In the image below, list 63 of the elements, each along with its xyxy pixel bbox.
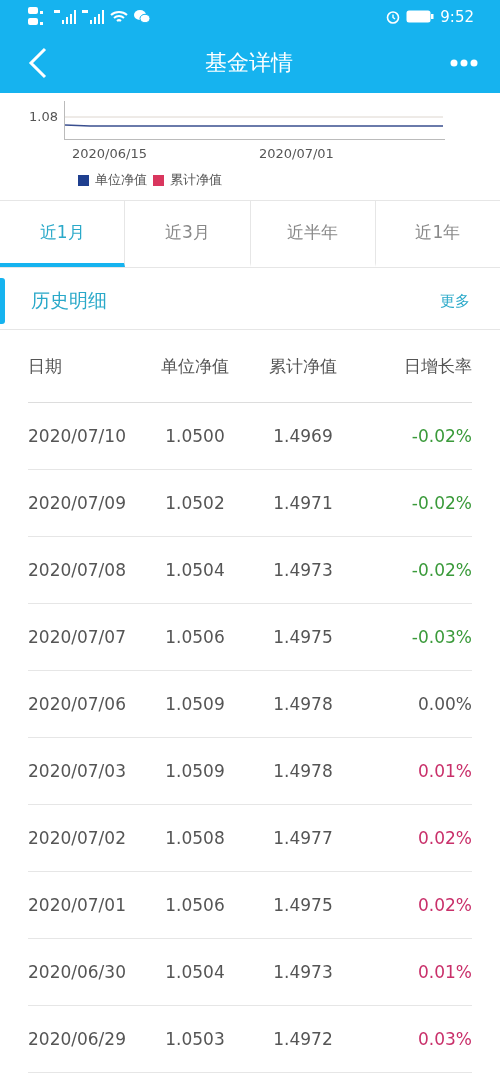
table-cell-text: -0.03% <box>410 627 472 647</box>
axis-tick-label: 2020/07/01 <box>258 146 334 161</box>
table-cell-text: 1.0508 <box>164 828 226 848</box>
status-time: 9:52 <box>440 7 474 26</box>
table-cell-text: 0.02% <box>417 828 472 848</box>
table-cell-text: 1.0504 <box>164 962 226 982</box>
table-cell-text: 2020/07/06 <box>28 694 127 714</box>
table-cell-text: 2020/07/02 <box>28 828 127 848</box>
signal-icon <box>54 9 76 24</box>
table-cell-text: 2020/07/01 <box>28 895 127 915</box>
battery-icon <box>406 10 435 23</box>
section-title: 历史明细 <box>31 288 108 313</box>
table-cell-text: 1.4977 <box>272 828 334 848</box>
table-cell-text: 2020/06/29 <box>28 1029 127 1049</box>
table-cell-text: 1.4973 <box>272 560 334 580</box>
table-cell-text: -0.02% <box>410 493 472 513</box>
more-icon[interactable] <box>450 59 478 67</box>
table-cell-text: 1.0503 <box>164 1029 226 1049</box>
alarm-icon <box>386 9 401 24</box>
table-cell-text: 1.4978 <box>272 761 334 781</box>
page-title: 基金详情 <box>205 49 293 77</box>
back-icon[interactable] <box>28 47 48 79</box>
axis-tick-label: 1.08 <box>28 108 59 126</box>
table-cell-text: 1.4971 <box>272 493 334 513</box>
table-cell-text: -0.02% <box>410 560 472 580</box>
table-cell-text: 1.4973 <box>272 962 334 982</box>
chat-icon <box>134 10 150 23</box>
table-cell-text: 0.01% <box>417 962 472 982</box>
table-cell-text: 0.00% <box>417 694 472 714</box>
column-header: 单位净值 <box>160 354 230 378</box>
table-cell-text: 2020/07/08 <box>28 560 127 580</box>
axis-tick-label: 2020/06/15 <box>72 146 147 161</box>
range-tab[interactable]: 近1月 <box>0 201 126 267</box>
signal-icon <box>82 9 104 24</box>
legend-label: 累计净值 <box>170 171 222 189</box>
table-cell-text: 2020/07/09 <box>28 493 127 513</box>
table-cell-text: 2020/07/03 <box>28 761 127 781</box>
column-header: 日增长率 <box>403 354 472 378</box>
legend-label: 单位净值 <box>95 171 147 189</box>
table-cell-text: 2020/06/30 <box>28 962 127 982</box>
table-cell-text: 1.0504 <box>164 560 226 580</box>
column-header: 日期 <box>28 354 63 378</box>
table-cell-text: 1.0502 <box>164 493 226 513</box>
more-link[interactable]: 更多 <box>440 291 470 311</box>
table-cell-text: 0.03% <box>417 1029 472 1049</box>
table-cell-text: 1.0506 <box>164 627 226 647</box>
table-cell-text: 1.4975 <box>272 627 334 647</box>
column-header: 累计净值 <box>268 354 338 378</box>
table-cell-text: 1.0506 <box>164 895 226 915</box>
table-cell-text: -0.02% <box>410 426 472 446</box>
wifi-icon <box>110 9 128 24</box>
table-cell-text: 1.0509 <box>164 761 226 781</box>
table-cell-text: 2020/07/10 <box>28 426 127 446</box>
section-marker <box>0 278 5 324</box>
table-cell-text: 0.01% <box>417 761 472 781</box>
table-cell-text: 1.4975 <box>272 895 334 915</box>
table-cell-text: 1.0500 <box>164 426 226 446</box>
table-cell-text: 1.0509 <box>164 694 226 714</box>
table-cell-text: 0.02% <box>417 895 472 915</box>
table-cell-text: 1.4978 <box>272 694 334 714</box>
table-cell-text: 1.4969 <box>272 426 334 446</box>
table-cell-text: 2020/07/07 <box>28 627 127 647</box>
table-cell-text: 1.4972 <box>272 1029 334 1049</box>
